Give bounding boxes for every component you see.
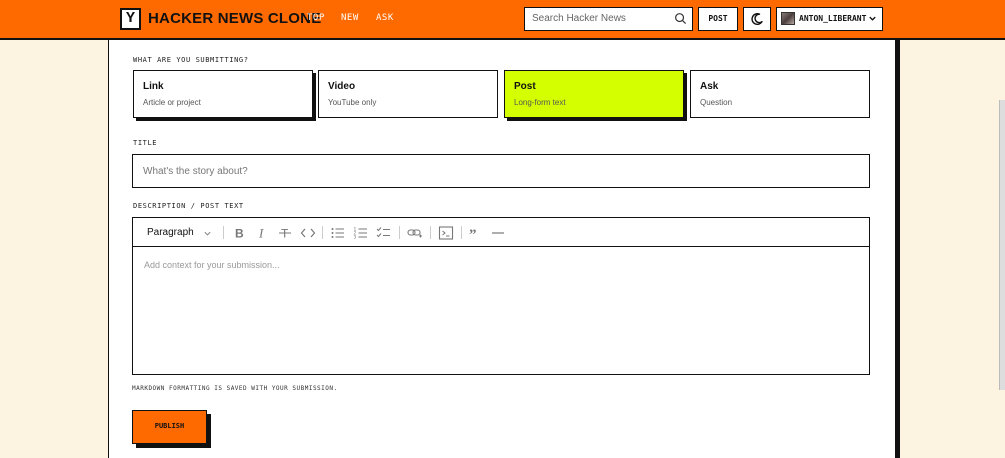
type-card-subtitle: Article or project xyxy=(143,98,201,107)
horizontal-rule-icon[interactable] xyxy=(490,225,506,241)
nav-top[interactable]: TOP xyxy=(307,13,325,23)
quote-icon[interactable]: ” xyxy=(467,225,483,241)
toolbar-divider xyxy=(430,226,431,239)
link-icon[interactable] xyxy=(407,225,423,241)
scrollbar[interactable] xyxy=(999,100,1005,390)
type-section-label: WHAT ARE YOU SUBMITTING? xyxy=(133,56,249,64)
type-card-title: Post xyxy=(514,81,536,92)
type-card-post[interactable]: Post Long-form text xyxy=(504,70,684,118)
type-card-subtitle: Long-form text xyxy=(514,98,566,107)
type-card-link[interactable]: Link Article or project xyxy=(133,70,313,118)
code-block-icon[interactable] xyxy=(438,225,454,241)
type-card-ask[interactable]: Ask Question xyxy=(690,70,870,118)
user-menu-button[interactable]: ANTON_LIBERANT xyxy=(776,7,883,31)
theme-toggle-button[interactable] xyxy=(743,7,771,31)
avatar xyxy=(781,12,795,25)
username: ANTON_LIBERANT xyxy=(799,14,867,23)
moon-icon xyxy=(751,13,763,26)
svg-text:B: B xyxy=(235,227,244,241)
toolbar-divider xyxy=(461,226,462,239)
toolbar-divider xyxy=(322,226,323,239)
editor-toolbar: Paragraph B I T 123 xyxy=(133,218,869,247)
brand-title[interactable]: HACKER NEWS CLONE xyxy=(148,10,321,27)
toolbar-divider xyxy=(399,226,400,239)
checklist-icon[interactable] xyxy=(376,225,392,241)
type-card-subtitle: YouTube only xyxy=(328,98,377,107)
markdown-helper-text: MARKDOWN FORMATTING IS SAVED WITH YOUR S… xyxy=(132,385,338,392)
chevron-down-icon xyxy=(869,16,876,21)
strikethrough-icon[interactable]: T xyxy=(277,225,293,241)
italic-icon[interactable]: I xyxy=(254,225,270,241)
code-icon[interactable] xyxy=(300,225,316,241)
description-label: DESCRIPTION / POST TEXT xyxy=(133,202,244,210)
title-input[interactable] xyxy=(133,155,869,187)
rich-text-editor: Paragraph B I T 123 xyxy=(132,217,870,375)
nav-new[interactable]: NEW xyxy=(341,13,359,23)
type-card-title: Link xyxy=(143,81,164,92)
search-icon[interactable] xyxy=(674,12,687,25)
search-input[interactable] xyxy=(525,8,670,29)
nav-ask[interactable]: ASK xyxy=(376,13,394,23)
logo-icon[interactable]: Y xyxy=(120,8,141,30)
top-bar: Y HACKER NEWS CLONE TOP NEW ASK POST ANT… xyxy=(0,0,1005,40)
chevron-down-icon xyxy=(204,231,211,236)
type-card-subtitle: Question xyxy=(700,98,733,107)
bullet-list-icon[interactable] xyxy=(330,225,346,241)
toolbar-divider xyxy=(223,226,224,239)
numbered-list-icon[interactable]: 123 xyxy=(353,225,369,241)
block-type-select[interactable]: Paragraph xyxy=(147,227,211,238)
title-field xyxy=(132,154,870,188)
block-type-label: Paragraph xyxy=(147,227,194,238)
title-label: TITLE xyxy=(133,139,158,147)
type-card-video[interactable]: Video YouTube only xyxy=(318,70,498,118)
search-box xyxy=(524,7,693,31)
type-card-title: Ask xyxy=(700,81,719,92)
post-button[interactable]: POST xyxy=(698,7,738,31)
svg-text:”: ” xyxy=(469,227,477,241)
svg-text:I: I xyxy=(258,226,264,241)
publish-button[interactable]: PUBLISH xyxy=(132,410,207,444)
editor-content[interactable]: Add context for your submission... xyxy=(144,260,280,270)
type-card-title: Video xyxy=(328,81,356,92)
svg-text:3: 3 xyxy=(354,235,357,241)
bold-icon[interactable]: B xyxy=(231,225,247,241)
